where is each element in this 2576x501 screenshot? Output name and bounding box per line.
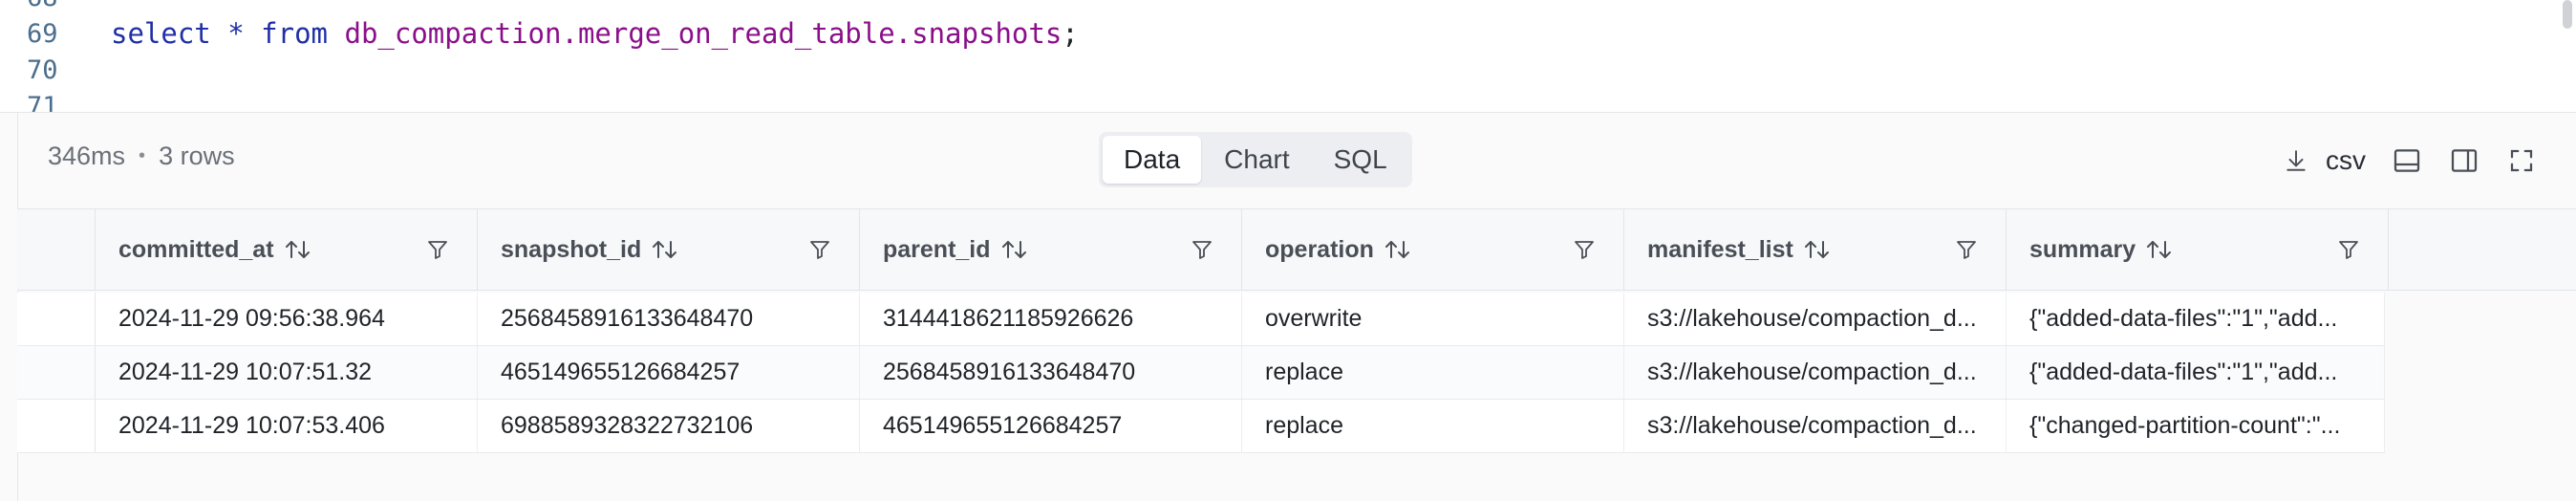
column-header-label: snapshot_id	[501, 235, 642, 263]
tab-chart[interactable]: Chart	[1203, 136, 1310, 184]
dot: .	[894, 17, 912, 50]
table-row[interactable]: 2024-11-29 10:07:51.32 46514965512668425…	[17, 346, 2385, 400]
keyword-from: from	[261, 17, 329, 50]
filter-icon[interactable]	[805, 235, 834, 264]
layout-right-icon[interactable]	[2448, 144, 2480, 177]
line-number: 69	[27, 19, 58, 49]
fullscreen-icon[interactable]	[2505, 144, 2538, 177]
stats-separator: •	[139, 145, 146, 166]
filter-icon[interactable]	[1952, 235, 1981, 264]
cell-manifest-list[interactable]: s3://lakehouse/compaction_d...	[1624, 346, 2007, 399]
export-csv-label: csv	[2326, 145, 2366, 175]
results-toolbar: csv	[2280, 142, 2538, 180]
cell-snapshot-id[interactable]: 2568458916133648470	[478, 293, 860, 345]
row-number-cell	[17, 293, 96, 345]
cell-operation[interactable]: overwrite	[1242, 293, 1624, 345]
row-number-cell	[17, 400, 96, 452]
sort-icon[interactable]	[1803, 238, 1832, 261]
cell-snapshot-id[interactable]: 465149655126684257	[478, 346, 860, 399]
cell-manifest-list[interactable]: s3://lakehouse/compaction_d...	[1624, 400, 2007, 452]
query-duration: 346ms	[48, 142, 126, 170]
operator-star: *	[227, 17, 245, 50]
line-number: 70	[27, 55, 58, 85]
filter-icon[interactable]	[1188, 235, 1216, 264]
table-row[interactable]: 2024-11-29 09:56:38.964 2568458916133648…	[17, 293, 2385, 346]
row-number-header	[17, 209, 96, 290]
grid-header: committed_at snapshot_id parent_id opera…	[17, 208, 2576, 291]
tab-sql[interactable]: SQL	[1313, 136, 1408, 184]
cell-operation[interactable]: replace	[1242, 346, 1624, 399]
filter-icon[interactable]	[1570, 235, 1599, 264]
sort-icon[interactable]	[1384, 238, 1412, 261]
cell-committed-at[interactable]: 2024-11-29 09:56:38.964	[96, 293, 478, 345]
sort-icon[interactable]	[2145, 238, 2174, 261]
cell-operation[interactable]: replace	[1242, 400, 1624, 452]
cell-summary[interactable]: {"changed-partition-count":"...	[2007, 400, 2385, 452]
column-header-label: parent_id	[883, 235, 991, 263]
column-header-committed-at[interactable]: committed_at	[96, 209, 478, 290]
query-stats: 346ms • 3 rows	[48, 142, 235, 171]
column-header-label: manifest_list	[1647, 235, 1793, 263]
cell-parent-id[interactable]: 2568458916133648470	[860, 346, 1242, 399]
row-number-cell	[17, 346, 96, 399]
line-number: 71	[27, 92, 58, 113]
identifier-metadata-table: snapshots	[912, 17, 1063, 50]
cell-committed-at[interactable]: 2024-11-29 10:07:51.32	[96, 346, 478, 399]
semicolon: ;	[1062, 17, 1079, 50]
keyword-select: select	[111, 17, 211, 50]
cell-manifest-list[interactable]: s3://lakehouse/compaction_d...	[1624, 293, 2007, 345]
download-icon	[2280, 144, 2312, 177]
column-header-manifest-list[interactable]: manifest_list	[1624, 209, 2007, 290]
code-line-query[interactable]: select * from db_compaction.merge_on_rea…	[111, 17, 1079, 50]
export-csv-button[interactable]: csv	[2280, 144, 2366, 177]
sort-icon[interactable]	[1000, 238, 1029, 261]
column-header-label: operation	[1265, 235, 1374, 263]
layout-bottom-icon[interactable]	[2391, 144, 2423, 177]
table-row[interactable]: 2024-11-29 10:07:53.406 6988589328322732…	[17, 400, 2385, 453]
sort-icon[interactable]	[651, 238, 679, 261]
column-header-label: committed_at	[118, 235, 274, 263]
results-panel: 346ms • 3 rows Data Chart SQL csv commit…	[0, 113, 2576, 501]
column-header-operation[interactable]: operation	[1242, 209, 1624, 290]
sort-icon[interactable]	[284, 238, 312, 261]
column-header-summary[interactable]: summary	[2007, 209, 2389, 290]
cell-parent-id[interactable]: 3144418621185926626	[860, 293, 1242, 345]
sql-editor[interactable]: 68 69 70 71 select * from db_compaction.…	[0, 0, 2576, 113]
filter-icon[interactable]	[2334, 235, 2363, 264]
column-header-parent-id[interactable]: parent_id	[860, 209, 1242, 290]
column-header-label: summary	[2029, 235, 2136, 263]
line-number: 68	[27, 0, 58, 12]
column-header-snapshot-id[interactable]: snapshot_id	[478, 209, 860, 290]
tab-data[interactable]: Data	[1103, 136, 1202, 184]
identifier-table: merge_on_read_table	[577, 17, 895, 50]
filter-icon[interactable]	[423, 235, 452, 264]
identifier-database: db_compaction	[344, 17, 562, 50]
row-count: 3 rows	[159, 142, 235, 170]
cell-parent-id[interactable]: 465149655126684257	[860, 400, 1242, 452]
cell-committed-at[interactable]: 2024-11-29 10:07:53.406	[96, 400, 478, 452]
cell-summary[interactable]: {"added-data-files":"1","add...	[2007, 293, 2385, 345]
cell-summary[interactable]: {"added-data-files":"1","add...	[2007, 346, 2385, 399]
editor-scrollbar[interactable]	[2563, 0, 2572, 29]
result-view-tabs: Data Chart SQL	[1099, 132, 1412, 187]
dot: .	[561, 17, 578, 50]
cell-snapshot-id[interactable]: 6988589328322732106	[478, 400, 860, 452]
line-number-gutter: 68 69 70 71	[0, 0, 96, 113]
